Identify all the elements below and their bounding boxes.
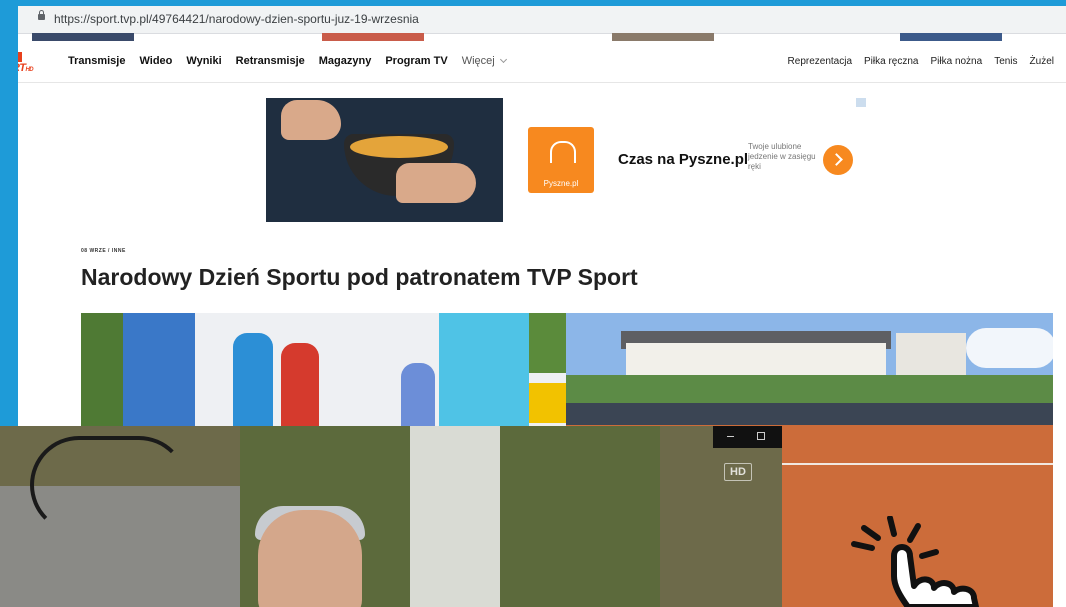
nav-left: Transmisje Wideo Wyniki Retransmisje Mag…: [68, 55, 507, 67]
house-icon: [550, 141, 576, 163]
arrow-right-icon[interactable]: [823, 145, 853, 175]
nav-right: Reprezentacja Piłka ręczna Piłka nożna T…: [788, 56, 1054, 67]
lock-icon: [38, 10, 45, 20]
ad-brand-logo: Pyszne.pl: [528, 127, 594, 193]
ad-brand-label: Pyszne.pl: [543, 179, 579, 188]
ad-food-photo: [266, 98, 503, 222]
url-text[interactable]: https://sport.tvp.pl/49764421/narodowy-d…: [54, 12, 419, 26]
ad-banner[interactable]: Pyszne.pl Czas na Pyszne.pl Twoje ulubio…: [266, 98, 866, 222]
nav-item-transmisje[interactable]: Transmisje: [68, 55, 125, 67]
nav-item-magazyny[interactable]: Magazyny: [319, 55, 372, 67]
ad-choices-icon[interactable]: [856, 98, 866, 107]
main-nav: RTHD Transmisje Wideo Wyniki Retransmisj…: [18, 42, 1066, 83]
restore-icon[interactable]: [757, 432, 765, 440]
ad-title: Czas na Pyszne.pl: [618, 151, 749, 168]
nav-more[interactable]: Więcej: [461, 55, 507, 67]
nav-item-wyniki[interactable]: Wyniki: [186, 55, 221, 67]
nav-item-pilka-reczna[interactable]: Piłka ręczna: [864, 56, 918, 67]
logo-text: RTHD: [18, 62, 34, 74]
ad-subtitle: Twoje ulubione jedzenie w zasięgu ręki: [748, 142, 816, 171]
address-bar[interactable]: https://sport.tvp.pl/49764421/narodowy-d…: [18, 6, 1066, 34]
site-logo[interactable]: RTHD: [18, 52, 56, 76]
nav-item-pilka-nozna[interactable]: Piłka nożna: [930, 56, 982, 67]
logo-mark: [18, 52, 22, 62]
chevron-down-icon: [499, 55, 507, 64]
nav-item-zuzel[interactable]: Żużel: [1030, 56, 1054, 67]
nav-more-label: Więcej: [461, 55, 495, 67]
page-title: Narodowy Dzień Sportu pod patronatem TVP…: [81, 264, 638, 290]
video-overlay[interactable]: HD: [0, 426, 782, 607]
hd-badge: HD: [724, 463, 752, 481]
nav-item-wideo[interactable]: Wideo: [139, 55, 172, 67]
top-thumbnail-strip: [18, 33, 1066, 41]
nav-item-program-tv[interactable]: Program TV: [385, 55, 447, 67]
breadcrumb[interactable]: 08 WRZE / INNE: [81, 248, 126, 254]
nav-item-retransmisje[interactable]: Retransmisje: [236, 55, 305, 67]
nav-item-reprezentacja[interactable]: Reprezentacja: [788, 56, 852, 67]
hand-pointer-icon: [851, 516, 979, 607]
nav-item-tenis[interactable]: Tenis: [994, 56, 1017, 67]
video-window-controls: [713, 426, 782, 448]
minimize-icon[interactable]: [727, 436, 734, 437]
